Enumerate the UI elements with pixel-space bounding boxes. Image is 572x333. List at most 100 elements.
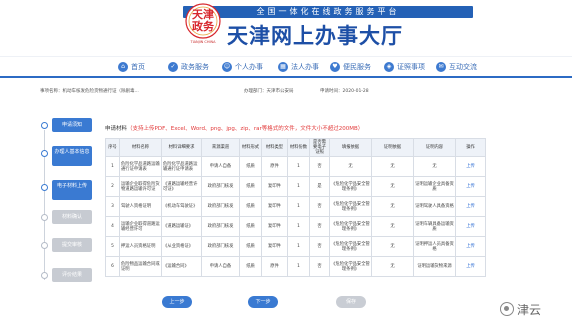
table-cell: 《危险化学品安全管理条例》: [329, 216, 372, 237]
step-label: 提交审核: [52, 238, 92, 252]
col-header: 材料名称: [119, 138, 162, 157]
table-cell: 危险化学品道路运输通行证申请表: [161, 156, 202, 177]
nav-item-personal[interactable]: ☺ 个人办事: [222, 60, 263, 74]
upload-link[interactable]: 上传: [455, 216, 486, 237]
materials-table: 序号 材料名称 材料详细要求 来源渠道 材料形式 材料类型 材料份数 是否需要电…: [105, 138, 486, 277]
license-icon: ◈: [384, 62, 394, 72]
slogan-banner: 全国一体化在线政务服务平台: [183, 6, 473, 18]
table-cell: 危险物品运输合同或证明: [119, 256, 162, 277]
table-cell: 复印件: [261, 236, 288, 257]
chat-icon: ✉: [436, 62, 446, 72]
table-cell: 证明运输企业具备资质: [413, 176, 456, 197]
table-row: 5 押运人员资格证明 《从业资格证》 政府部门核发 纸质 复印件 1 否《危险化学品安全管理条…: [105, 236, 486, 257]
table-cell: 无: [371, 196, 414, 217]
table-cell: 申请人自备: [201, 156, 240, 177]
watermark-text: 津云: [517, 302, 542, 317]
prev-button[interactable]: 上一步: [162, 296, 192, 308]
header: 全国一体化在线政务服务平台 天津政务 TIANJIN CHINA 天津网上办事大…: [0, 0, 572, 56]
table-cell: 3: [105, 196, 120, 217]
table-cell: 否: [309, 196, 330, 217]
nav-item-gov-service[interactable]: ✓ 政务服务: [168, 60, 209, 74]
upload-link[interactable]: 上传: [455, 236, 486, 257]
table-cell: 政府部门核发: [201, 236, 240, 257]
table-cell: 危险化学品道路运输通行证申请表: [119, 156, 162, 177]
site-logo[interactable]: 天津政务 TIANJIN CHINA: [185, 3, 221, 45]
table-row: 2 运输企业取得危险货物道路运输许可证 《道路运输经营许可证》 政府部门核发 纸质 复印件…: [105, 176, 486, 197]
step-label: 办理人基本信息: [52, 146, 92, 166]
table-cell: 1: [287, 236, 310, 257]
next-button[interactable]: 下一步: [248, 296, 278, 308]
table-cell: 1: [287, 216, 310, 237]
table-cell: 1: [105, 156, 120, 177]
step-dot: [41, 242, 48, 249]
nav-item-label: 个人办事: [235, 63, 263, 71]
table-cell: 证明运输货物来源: [413, 256, 456, 277]
table-cell: 证明车辆具备运输资质: [413, 216, 456, 237]
table-cell: 《危险化学品安全管理条例》: [329, 196, 372, 217]
table-cell: 否: [309, 156, 330, 177]
table-cell: 无: [371, 156, 414, 177]
logo-text: 天津政务: [192, 8, 214, 33]
materials-panel: 申请材料（支持上传PDF、Excel、Word、png、jpg、zip、rar等…: [105, 124, 563, 300]
table-cell: 1: [287, 196, 310, 217]
service-icon: ✓: [168, 62, 178, 72]
step-notice[interactable]: 申请须知: [40, 118, 96, 132]
table-cell: 原件: [261, 156, 288, 177]
table-row: 1 危险化学品道路运输通行证申请表 危险化学品道路运输通行证申请表 申请人自备 纸质 原件…: [105, 156, 486, 177]
table-cell: 纸质: [239, 176, 262, 197]
apply-time: 申请时间：2020-01-28: [320, 89, 369, 94]
nav-item-corporate[interactable]: ▦ 法人办事: [278, 60, 319, 74]
home-icon: ⌂: [118, 62, 128, 72]
step-submit[interactable]: 提交审核: [40, 238, 96, 252]
table-cell: 否: [309, 236, 330, 257]
nav-item-label: 法人办事: [291, 63, 319, 71]
step-upload[interactable]: 电子材料上传: [40, 180, 96, 200]
upload-link[interactable]: 上传: [455, 196, 486, 217]
step-label: 电子材料上传: [52, 180, 92, 200]
nav-item-label: 证照事项: [397, 63, 425, 71]
department: 办理部门：天津市公安局: [244, 89, 294, 94]
step-label: 材料确认: [52, 210, 92, 224]
table-row: 3 驾驶人资格证明 《机动车驾驶证》 政府部门核发 纸质 复印件 1 否《危险化学品安全管理条…: [105, 196, 486, 217]
table-cell: 无: [371, 256, 414, 277]
table-cell: 《道路运输经营许可证》: [161, 176, 202, 197]
upload-hint: （支持上传PDF、Excel、Word、png、jpg、zip、rar等格式的文…: [127, 126, 364, 132]
save-button[interactable]: 保存: [336, 296, 366, 308]
step-dot: [41, 122, 48, 129]
step-dot: [41, 214, 48, 221]
watermark: 津云: [500, 294, 570, 324]
table-cell: 《危险化学品安全管理条例》: [329, 176, 372, 197]
table-cell: 纸质: [239, 196, 262, 217]
table-cell: 是: [309, 176, 330, 197]
nav-item-home[interactable]: ⌂ 首页: [118, 60, 145, 74]
col-header: 操作: [455, 138, 486, 157]
table-cell: 无: [371, 216, 414, 237]
table-cell: 复印件: [261, 216, 288, 237]
wechat-icon: [500, 302, 514, 316]
step-evaluate[interactable]: 评价结果: [40, 268, 96, 282]
nav-item-license[interactable]: ◈ 证照事项: [384, 60, 425, 74]
nav-item-label: 政务服务: [181, 63, 209, 71]
table-cell: 证明押运人员具备资格: [413, 236, 456, 257]
site-title: 天津网上办事大厅: [227, 24, 403, 48]
table-row: 6 危险物品运输合同或证明 《运输合同》 申请人自备 纸质 原件 1 否《危险化学品安全管理条…: [105, 256, 486, 277]
upload-link[interactable]: 上传: [455, 176, 486, 197]
nav-item-convenience[interactable]: ♥ 便民服务: [330, 60, 371, 74]
col-header: 填报依据: [329, 138, 372, 157]
table-cell: 无: [413, 156, 456, 177]
col-header: 材料形式: [239, 138, 262, 157]
footer-buttons: 上一步 下一步 保存: [0, 296, 572, 310]
step-applicant-info[interactable]: 办理人基本信息: [40, 146, 96, 166]
step-confirm[interactable]: 材料确认: [40, 210, 96, 224]
upload-link[interactable]: 上传: [455, 156, 486, 177]
col-header: 材料份数: [287, 138, 310, 157]
nav-item-interaction[interactable]: ✉ 互动交流: [436, 60, 477, 74]
table-cell: 《危险化学品安全管理条例》: [329, 236, 372, 257]
table-cell: 押运人员资格证明: [119, 236, 162, 257]
upload-link[interactable]: 上传: [455, 256, 486, 277]
table-cell: 4: [105, 216, 120, 237]
table-cell: 1: [287, 156, 310, 177]
person-icon: ☺: [222, 62, 232, 72]
table-cell: 复印件: [261, 196, 288, 217]
col-header: 是否需要电子证照: [309, 138, 330, 157]
